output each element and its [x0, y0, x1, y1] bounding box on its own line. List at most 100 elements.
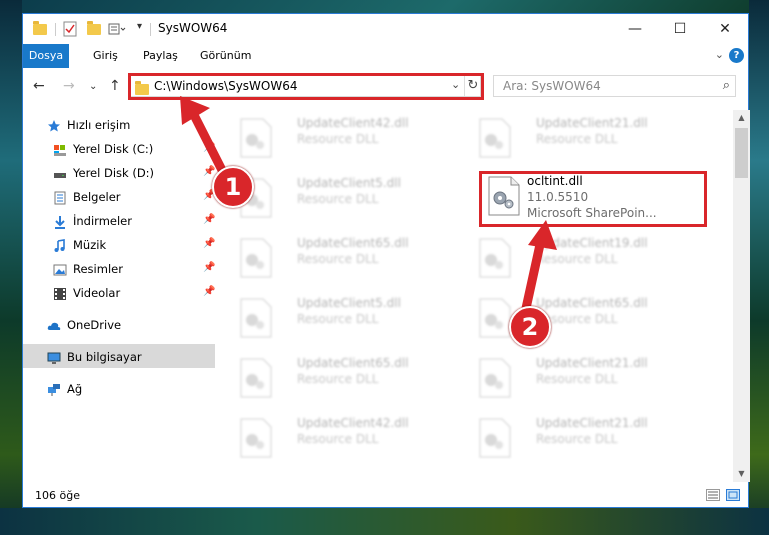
file-name: UpdateClient65.dll — [536, 296, 648, 310]
music-icon — [53, 238, 67, 252]
tab-view[interactable]: Görünüm — [200, 44, 251, 68]
pin-icon[interactable]: 📌 — [203, 142, 215, 153]
details-view-icon[interactable] — [706, 489, 720, 501]
file-name: UpdateClient5.dll — [297, 296, 401, 310]
sidebar-item-label: Belgeler — [73, 190, 121, 204]
help-icon[interactable]: ? — [729, 48, 744, 63]
list-item[interactable]: UpdateClient65.dll Resource DLL — [233, 234, 463, 284]
back-button[interactable]: ← — [33, 78, 45, 94]
list-item[interactable]: UpdateClient42.dll Resource DLL — [233, 414, 463, 464]
dll-file-icon — [240, 298, 272, 338]
file-type: Resource DLL — [536, 372, 618, 386]
drive-icon — [53, 142, 67, 156]
dll-file-icon — [479, 238, 511, 278]
pin-icon[interactable]: 📌 — [203, 262, 215, 273]
separator — [150, 23, 151, 36]
desktop-background-right — [749, 0, 769, 535]
step-2-badge: 2 — [509, 306, 551, 348]
dll-file-icon — [240, 418, 272, 458]
dll-file-icon — [479, 298, 511, 338]
desktop-background-left — [0, 0, 22, 535]
cloud-icon — [47, 318, 61, 332]
recent-locations-icon[interactable]: ⌄ — [89, 81, 97, 92]
sidebar-item-documents[interactable]: Belgeler — [53, 186, 121, 208]
network-icon — [47, 382, 61, 396]
forward-button[interactable]: → — [63, 78, 75, 94]
list-item[interactable]: UpdateClient65.dll Resource DLL — [472, 294, 702, 344]
list-item[interactable]: UpdateClient19.dll Resource DLL — [472, 234, 702, 284]
list-item[interactable]: UpdateClient21.dll Resource DLL — [472, 354, 702, 404]
list-item[interactable]: UpdateClient5.dll Resource DLL — [233, 174, 463, 224]
file-type: Resource DLL — [536, 252, 618, 266]
customize-dropdown-icon[interactable]: ▾ — [137, 21, 142, 37]
file-name: UpdateClient65.dll — [297, 356, 409, 370]
file-name: UpdateClient21.dll — [536, 416, 648, 430]
minimize-button[interactable]: — — [612, 14, 658, 44]
dll-file-icon — [479, 118, 511, 158]
scroll-thumb[interactable] — [735, 128, 748, 178]
list-item[interactable]: UpdateClient21.dll Resource DLL — [472, 414, 702, 464]
search-input[interactable]: Ara: SysWOW64 — [503, 79, 601, 93]
large-icons-view-icon[interactable] — [726, 489, 740, 501]
close-button[interactable]: ✕ — [702, 14, 748, 44]
sidebar-item-downloads[interactable]: İndirmeler — [53, 210, 132, 232]
sidebar-item-label: İndirmeler — [73, 214, 132, 228]
view-options-icon[interactable] — [108, 21, 128, 37]
dll-file-icon — [479, 418, 511, 458]
maximize-button[interactable]: ☐ — [657, 14, 703, 44]
ribbon: Dosya Giriş Paylaş Görünüm ⌄ ? — [23, 44, 748, 68]
sidebar-item-videos[interactable]: Videolar — [53, 282, 120, 304]
list-item[interactable]: UpdateClient5.dll Resource DLL — [233, 294, 463, 344]
properties-icon[interactable] — [63, 21, 77, 37]
search-box[interactable]: Ara: SysWOW64 ⌕ — [493, 75, 736, 97]
ribbon-expand-icon[interactable]: ⌄ — [715, 48, 724, 61]
tab-share[interactable]: Paylaş — [143, 44, 178, 68]
download-icon — [53, 214, 67, 229]
sidebar-item-onedrive[interactable]: OneDrive — [47, 314, 121, 336]
step-1-badge: 1 — [212, 166, 254, 208]
explorer-window: ▾ SysWOW64 — ☐ ✕ Dosya Giriş Paylaş Görü… — [22, 13, 750, 508]
vertical-scrollbar[interactable]: ▲ ▼ — [733, 110, 750, 482]
title-bar: ▾ SysWOW64 — ☐ ✕ — [23, 14, 748, 44]
file-name: UpdateClient65.dll — [297, 236, 409, 250]
computer-icon — [47, 350, 61, 364]
list-item[interactable]: UpdateClient65.dll Resource DLL — [233, 354, 463, 404]
sidebar-item-label: Resimler — [73, 262, 123, 276]
pin-icon[interactable]: 📌 — [203, 166, 215, 177]
scroll-down-icon[interactable]: ▼ — [733, 466, 750, 482]
sidebar-item-pictures[interactable]: Resimler — [53, 258, 123, 280]
up-button[interactable]: ↑ — [109, 78, 121, 94]
navigation-pane: Hızlı erişim Yerel Disk (C:) 📌 Yerel Dis… — [23, 110, 215, 480]
file-name: UpdateClient21.dll — [536, 356, 648, 370]
sidebar-item-local-disk-d[interactable]: Yerel Disk (D:) — [53, 162, 154, 184]
list-item[interactable]: UpdateClient21.dll Resource DLL — [472, 114, 702, 164]
file-name: UpdateClient42.dll — [297, 116, 409, 130]
desktop-background-bottom — [0, 508, 769, 535]
sidebar-item-quick-access[interactable]: Hızlı erişim — [47, 114, 130, 136]
sidebar-item-music[interactable]: Müzik — [53, 234, 106, 256]
sidebar-item-network[interactable]: Ağ — [47, 378, 82, 400]
file-name: UpdateClient19.dll — [536, 236, 648, 250]
sidebar-item-local-disk-c[interactable]: Yerel Disk (C:) — [53, 138, 153, 160]
pin-icon[interactable]: 📌 — [203, 238, 215, 249]
sidebar-item-label: Videolar — [73, 286, 121, 300]
sidebar-item-this-pc[interactable]: Bu bilgisayar — [47, 346, 142, 368]
file-name: UpdateClient42.dll — [297, 416, 409, 430]
scroll-up-icon[interactable]: ▲ — [733, 110, 750, 126]
pin-icon[interactable]: 📌 — [203, 214, 215, 225]
file-list: UpdateClient42.dll Resource DLL UpdateCl… — [225, 110, 733, 480]
sidebar-item-label: Hızlı erişim — [67, 118, 131, 132]
new-folder-icon[interactable] — [87, 21, 101, 37]
tab-home[interactable]: Giriş — [93, 44, 118, 68]
file-type: Resource DLL — [536, 132, 618, 146]
search-icon[interactable]: ⌕ — [723, 78, 730, 93]
star-icon — [47, 118, 61, 132]
pin-icon[interactable]: 📌 — [203, 286, 215, 297]
dll-file-icon — [240, 238, 272, 278]
sidebar-item-label: Ağ — [67, 382, 83, 396]
file-type: Resource DLL — [297, 312, 379, 326]
tab-file[interactable]: Dosya — [23, 44, 69, 68]
drive-icon — [53, 166, 67, 180]
sidebar-item-label: Yerel Disk (D:) — [73, 166, 155, 180]
list-item[interactable]: UpdateClient42.dll Resource DLL — [233, 114, 463, 164]
